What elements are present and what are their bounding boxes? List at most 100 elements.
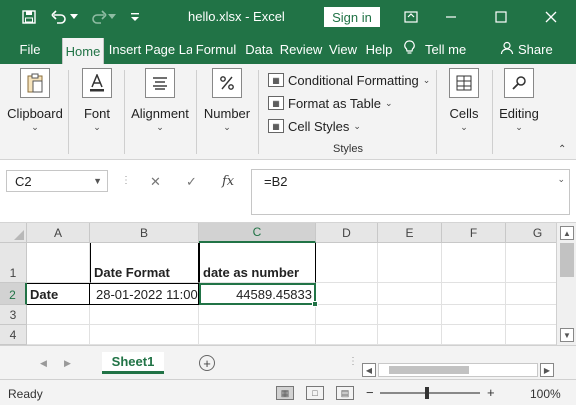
zoom-in-icon[interactable]: + [487, 385, 495, 400]
page-break-preview-icon[interactable]: ▤ [336, 386, 354, 400]
cell-b3[interactable] [90, 305, 199, 325]
expand-formula-bar-icon[interactable]: ⌄ [557, 174, 565, 185]
cell-e1[interactable] [378, 243, 442, 283]
cell-g1[interactable] [506, 243, 556, 283]
enter-icon[interactable]: ✓ [186, 174, 197, 190]
cell-d1[interactable] [316, 243, 378, 283]
cell-f1[interactable] [442, 243, 506, 283]
column-header-b[interactable]: B [90, 223, 199, 243]
horizontal-scroll-thumb[interactable] [389, 366, 469, 374]
vertical-scroll-thumb[interactable] [560, 243, 574, 277]
font-group[interactable]: Font ⌄ [74, 68, 120, 133]
tab-view[interactable]: View [326, 34, 360, 64]
insert-function-button[interactable]: fx [222, 174, 234, 189]
scroll-right-icon[interactable]: ▶ [540, 363, 554, 377]
cell-a3[interactable] [27, 305, 90, 325]
column-header-f[interactable]: F [442, 223, 506, 243]
cell-f2[interactable] [442, 283, 506, 305]
row-header-4[interactable]: 4 [0, 325, 27, 345]
redo-dropdown-icon[interactable] [106, 6, 118, 28]
cell-g3[interactable] [506, 305, 556, 325]
undo-dropdown-icon[interactable] [68, 6, 80, 28]
tab-split-handle-icon[interactable]: ⋮ [348, 356, 358, 367]
tab-file[interactable]: File [8, 34, 52, 64]
tab-help[interactable]: Help [362, 34, 396, 64]
cell-f4[interactable] [442, 325, 506, 345]
cell-c3[interactable] [199, 305, 316, 325]
tab-data[interactable]: Data [242, 34, 276, 64]
format-as-table-button[interactable]: ▦ Format as Table ⌄ [268, 93, 393, 113]
cell-d4[interactable] [316, 325, 378, 345]
scroll-up-icon[interactable]: ▲ [560, 226, 574, 240]
row-header-2[interactable]: 2 [0, 283, 27, 305]
cell-d2[interactable] [316, 283, 378, 305]
tab-page-layout[interactable]: Page La [146, 34, 192, 64]
column-header-a[interactable]: A [27, 223, 90, 243]
column-header-d[interactable]: D [316, 223, 378, 243]
collapse-ribbon-icon[interactable]: ⌃ [558, 144, 566, 155]
alignment-group[interactable]: Alignment ⌄ [128, 68, 192, 133]
editing-group[interactable]: Editing ⌄ [496, 68, 542, 133]
zoom-out-icon[interactable]: − [366, 385, 374, 400]
conditional-formatting-button[interactable]: ▦ Conditional Formatting ⌄ [268, 70, 430, 90]
select-all-button[interactable] [0, 223, 27, 243]
cell-a2[interactable]: Date [27, 283, 90, 305]
column-header-c[interactable]: C [199, 223, 316, 243]
cell-c2[interactable]: 44589.45833 [199, 283, 316, 305]
zoom-slider-thumb[interactable] [425, 387, 429, 399]
scroll-left-icon[interactable]: ◀ [362, 363, 376, 377]
tab-formulas[interactable]: Formul [194, 34, 238, 64]
undo-icon[interactable] [48, 6, 70, 28]
sheet-tab-sheet1[interactable]: Sheet1 [102, 352, 164, 374]
tell-me-search[interactable]: Tell me [404, 34, 476, 64]
minimize-icon[interactable] [436, 4, 466, 30]
cancel-icon[interactable]: ✕ [150, 174, 161, 190]
cell-f3[interactable] [442, 305, 506, 325]
column-header-g[interactable]: G [506, 223, 556, 243]
save-icon[interactable] [18, 6, 40, 28]
formula-input[interactable]: =B2 ⌄ [251, 169, 570, 215]
maximize-icon[interactable] [486, 4, 516, 30]
tab-insert[interactable]: Insert [106, 34, 144, 64]
cell-c1[interactable]: date as number [199, 243, 316, 283]
cell-g2[interactable] [506, 283, 556, 305]
normal-view-icon[interactable]: ▦ [276, 386, 294, 400]
fill-handle[interactable] [312, 301, 318, 307]
add-sheet-icon[interactable]: + [199, 355, 215, 371]
column-header-e[interactable]: E [378, 223, 442, 243]
cell-styles-button[interactable]: ▦ Cell Styles ⌄ [268, 116, 361, 136]
drag-handle-icon[interactable]: ⋮ [121, 175, 131, 186]
ribbon-display-options-icon[interactable] [396, 4, 426, 30]
sheet-prev-icon[interactable]: ◀ [40, 358, 47, 369]
zoom-slider[interactable] [380, 387, 480, 399]
tab-review[interactable]: Review [278, 34, 324, 64]
sign-in-button[interactable]: Sign in [324, 7, 380, 27]
number-group[interactable]: Number ⌄ [202, 68, 252, 133]
customize-qat-icon[interactable] [124, 6, 146, 28]
sheet-next-icon[interactable]: ▶ [64, 358, 71, 369]
page-layout-view-icon[interactable]: □ [306, 386, 324, 400]
cell-b2[interactable]: 28-01-2022 11:00 [90, 283, 199, 305]
cell-d3[interactable] [316, 305, 378, 325]
close-icon[interactable] [536, 4, 566, 30]
horizontal-scrollbar[interactable] [378, 363, 538, 377]
row-header-1[interactable]: 1 [0, 243, 27, 283]
clipboard-group[interactable]: Clipboard ⌄ [7, 68, 63, 133]
cell-g4[interactable] [506, 325, 556, 345]
cells-group[interactable]: Cells ⌄ [440, 68, 488, 133]
cell-c4[interactable] [199, 325, 316, 345]
cell-e3[interactable] [378, 305, 442, 325]
row-header-3[interactable]: 3 [0, 305, 27, 325]
cell-a4[interactable] [27, 325, 90, 345]
chevron-down-icon[interactable]: ▼ [93, 176, 102, 186]
vertical-scrollbar[interactable]: ▲ ▼ [556, 223, 576, 345]
zoom-level[interactable]: 100% [530, 387, 561, 401]
cell-e4[interactable] [378, 325, 442, 345]
cell-a1[interactable] [27, 243, 90, 283]
tab-home[interactable]: Home [62, 38, 104, 64]
cell-e2[interactable] [378, 283, 442, 305]
share-button[interactable]: Share [500, 34, 560, 64]
cell-b4[interactable] [90, 325, 199, 345]
name-box[interactable]: C2 ▼ [6, 170, 108, 192]
scroll-down-icon[interactable]: ▼ [560, 328, 574, 342]
